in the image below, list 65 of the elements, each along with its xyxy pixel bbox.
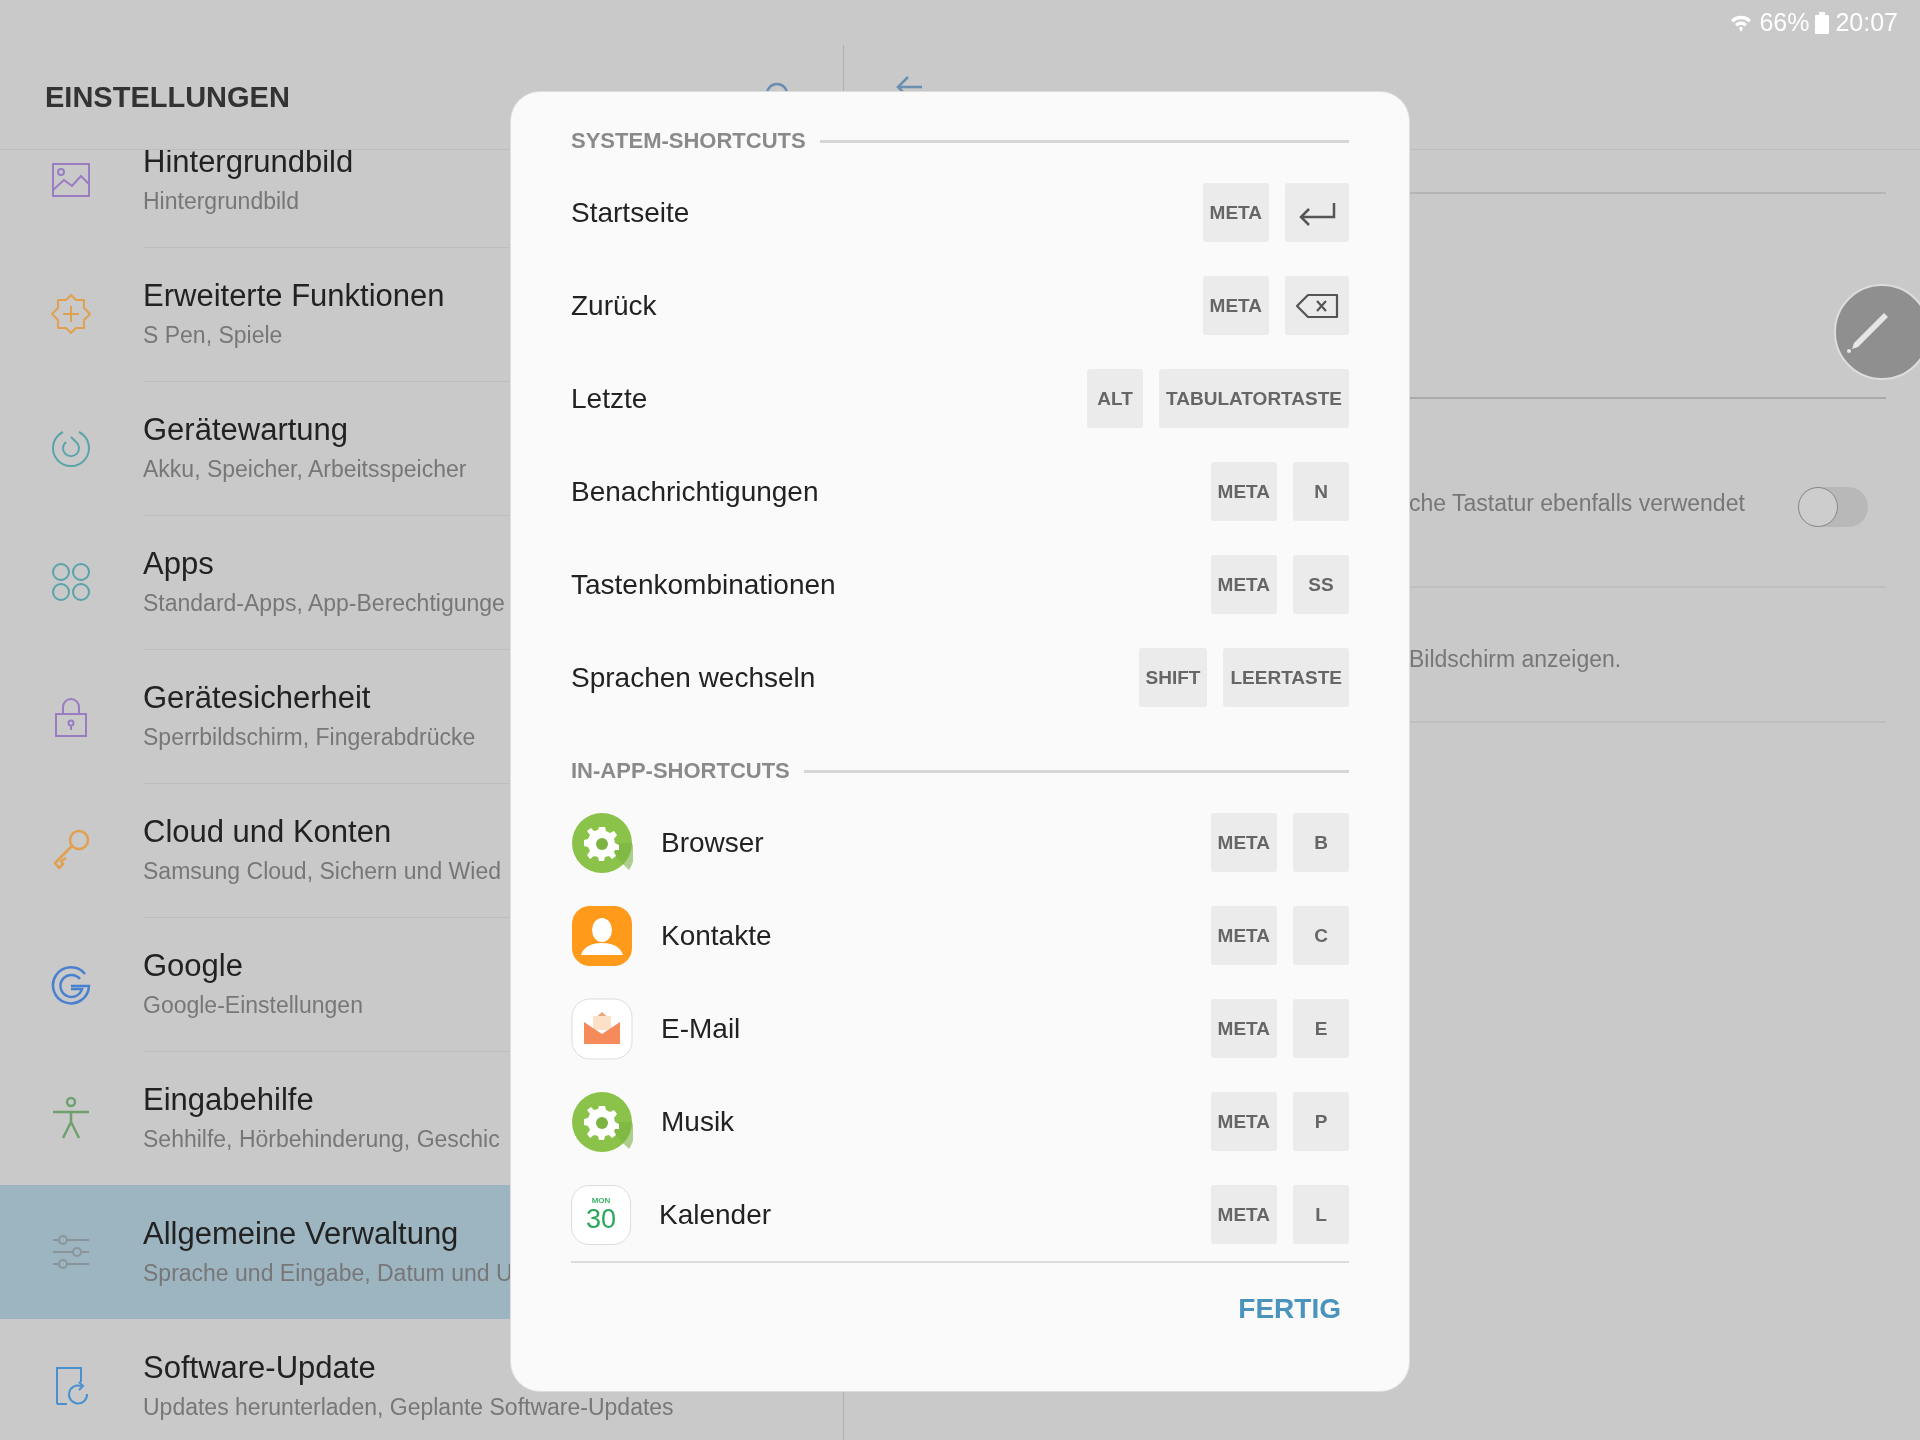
key-cap: SS xyxy=(1293,555,1349,614)
key-cap: LEERTASTE xyxy=(1223,648,1349,707)
item-title: Hintergrundbild xyxy=(143,150,354,180)
settings-title: EINSTELLUNGEN xyxy=(45,80,290,114)
item-title: Software-Update xyxy=(143,1350,376,1386)
shortcut-label: Musik xyxy=(661,1105,736,1138)
item-title: Apps xyxy=(143,546,214,582)
shortcut-label: Kontakte xyxy=(661,919,773,952)
shortcut-label: Zurück xyxy=(571,289,658,322)
battery-icon xyxy=(1815,11,1830,34)
item-title: Gerätesicherheit xyxy=(143,680,371,716)
shortcut-label: E-Mail xyxy=(661,1012,742,1045)
key-cap: META xyxy=(1210,999,1277,1058)
item-title: Google xyxy=(143,948,243,984)
item-title: Gerätewartung xyxy=(143,412,349,448)
key-cap: TABULATORTASTE xyxy=(1159,369,1349,428)
shortcut-label: Kalender xyxy=(659,1198,773,1231)
item-title: Allgemeine Verwaltung xyxy=(143,1216,459,1252)
shortcut-label: Browser xyxy=(661,826,765,859)
section-header: SYSTEM-SHORTCUTS xyxy=(571,128,806,154)
key-cap: META xyxy=(1210,555,1277,614)
shortcut-label: Startseite xyxy=(571,196,691,229)
key-cap: META xyxy=(1202,276,1269,335)
key-cap: ALT xyxy=(1087,369,1144,428)
key-cap: META xyxy=(1202,183,1269,242)
gear-app-icon xyxy=(571,1090,633,1153)
gear-plus-icon xyxy=(49,292,93,336)
key-cap: META xyxy=(1210,813,1277,872)
key-cap: META xyxy=(1210,1092,1277,1151)
four-circles-icon xyxy=(49,560,93,604)
key-cap: B xyxy=(1293,813,1349,872)
calendar-date: 30 xyxy=(585,1205,616,1233)
key-cap: C xyxy=(1293,906,1349,965)
key-cap: L xyxy=(1293,1185,1349,1244)
envelope-app-icon xyxy=(571,997,633,1060)
item-subtitle: Standard-Apps, App-Berechtigunge xyxy=(143,590,505,617)
item-subtitle: Updates herunterladen, Geplante Software-Updates xyxy=(143,1394,674,1421)
setting-description: Bildschirm anzeigen. xyxy=(1409,646,1622,673)
item-title: Erweiterte Funktionen xyxy=(143,278,445,314)
item-subtitle: Samsung Cloud, Sichern und Wied xyxy=(143,858,501,885)
item-subtitle: Hintergrundbild xyxy=(143,188,299,215)
item-subtitle: Sperrbildschirm, Fingerabdrücke xyxy=(143,724,476,751)
key-cap: E xyxy=(1293,999,1349,1058)
key-cap: N xyxy=(1293,462,1349,521)
shortcut-label: Tastenkombinationen xyxy=(571,568,837,601)
key-cap: P xyxy=(1293,1092,1349,1151)
item-subtitle: Sehhilfe, Hörbehinderung, Geschic xyxy=(143,1126,500,1153)
person-app-icon xyxy=(571,904,633,967)
item-title: Eingabehilfe xyxy=(143,1082,314,1118)
shortcut-label: Letzte xyxy=(571,382,649,415)
key-cap: META xyxy=(1210,462,1277,521)
item-title: Cloud und Konten xyxy=(143,814,392,850)
item-subtitle: S Pen, Spiele xyxy=(143,322,283,349)
setting-description: che Tastatur ebenfalls verwendet xyxy=(1409,490,1745,517)
shortcut-label: Sprachen wechseln xyxy=(571,661,817,694)
gear-app-icon xyxy=(571,811,633,874)
item-subtitle: Google-Einstellungen xyxy=(143,992,363,1019)
item-subtitle: Akku, Speicher, Arbeitsspeicher xyxy=(143,456,467,483)
key-cap: META xyxy=(1210,906,1277,965)
section-header: IN-APP-SHORTCUTS xyxy=(571,758,790,784)
shortcut-label: Benachrichtigungen xyxy=(571,475,820,508)
key-cap: SHIFT xyxy=(1138,648,1208,707)
calendar-day: MON xyxy=(591,1196,611,1205)
toggle-switch[interactable] xyxy=(1798,487,1868,527)
key-cap: META xyxy=(1210,1185,1277,1244)
